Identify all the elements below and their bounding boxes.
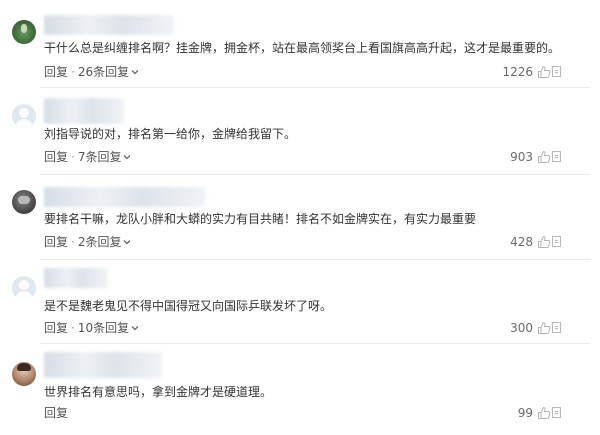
comment-item: 是不是魏老鬼见不得中国得冠又向国际乒联发坏了呀。 回复 · 10条回复 300 [0, 260, 600, 346]
report-icon[interactable] [552, 407, 561, 418]
user-avatar[interactable] [12, 190, 36, 214]
view-replies-button[interactable]: 2条回复 [78, 235, 133, 249]
report-icon[interactable] [552, 322, 561, 333]
separator: · [71, 150, 75, 164]
reply-button[interactable]: 回复 [44, 321, 68, 335]
like-count: 99 [517, 406, 533, 420]
like-count: 300 [510, 321, 533, 335]
username-blurred[interactable] [44, 98, 124, 124]
replies-count: 7条回复 [77, 150, 122, 164]
separator: · [71, 321, 75, 335]
separator: · [71, 65, 75, 79]
like-count: 428 [510, 235, 533, 249]
comment-actions: 回复 · 26条回复 [44, 64, 140, 80]
thumbs-up-icon[interactable] [537, 235, 551, 249]
reply-button[interactable]: 回复 [44, 65, 68, 79]
like-count: 1226 [502, 65, 533, 79]
report-icon[interactable] [552, 151, 561, 162]
comment-item: 刘指导说的对，排名第一给你，金牌给我留下。 回复 · 7条回复 903 [0, 88, 600, 174]
username-blurred[interactable] [44, 352, 162, 378]
username-blurred[interactable] [44, 15, 174, 35]
comment-text: 是不是魏老鬼见不得中国得冠又向国际乒联发坏了呀。 [44, 299, 333, 313]
chevron-down-icon [131, 70, 139, 75]
comment-actions: 回复 [44, 405, 68, 421]
thumbs-up-icon[interactable] [537, 150, 551, 164]
comment-actions: 回复 · 10条回复 [44, 320, 140, 336]
view-replies-button[interactable]: 26条回复 [78, 65, 140, 79]
user-avatar[interactable] [12, 362, 36, 386]
comment-text: 干什么总是纠缠排名啊？挂金牌，拥金杯，站在最高领奖台上看国旗高高升起，这才是最重… [44, 41, 561, 55]
username-blurred[interactable] [44, 187, 206, 207]
thumbs-up-icon[interactable] [537, 321, 551, 335]
report-icon[interactable] [552, 66, 561, 77]
like-count: 903 [510, 150, 533, 164]
replies-count: 26条回复 [77, 65, 130, 79]
user-avatar[interactable] [12, 104, 36, 128]
user-avatar[interactable] [12, 20, 36, 44]
replies-count: 2条回复 [77, 235, 122, 249]
comment-text: 刘指导说的对，排名第一给你，金牌给我留下。 [44, 127, 297, 141]
comment-text: 要排名干嘛，龙队小胖和大蟒的实力有目共睹！排名不如金牌实在，有实力最重要 [44, 212, 477, 226]
reply-button[interactable]: 回复 [44, 235, 68, 249]
report-icon[interactable] [552, 236, 561, 247]
user-avatar[interactable] [12, 276, 36, 300]
chevron-down-icon [124, 155, 131, 160]
comment-actions: 回复 · 7条回复 [44, 149, 132, 165]
reply-button[interactable]: 回复 [44, 150, 68, 164]
thumbs-up-icon[interactable] [537, 65, 551, 79]
comment-item: 世界排名有意思吗，拿到金牌才是硬道理。 回复 99 [0, 344, 600, 430]
comment-item: 要排名干嘛，龙队小胖和大蟒的实力有目共睹！排名不如金牌实在，有实力最重要 回复 ·… [0, 175, 600, 261]
separator: · [71, 235, 75, 249]
thumbs-up-icon[interactable] [537, 406, 551, 420]
reply-button[interactable]: 回复 [44, 406, 68, 420]
comment-item: 干什么总是纠缠排名啊？挂金牌，拥金杯，站在最高领奖台上看国旗高高升起，这才是最重… [0, 0, 600, 86]
chevron-down-icon [131, 326, 139, 331]
view-replies-button[interactable]: 7条回复 [78, 150, 133, 164]
comment-actions: 回复 · 2条回复 [44, 234, 132, 250]
comment-text: 世界排名有意思吗，拿到金牌才是硬道理。 [44, 385, 273, 399]
view-replies-button[interactable]: 10条回复 [78, 321, 140, 335]
chevron-down-icon [124, 240, 131, 245]
username-blurred[interactable] [44, 268, 108, 288]
replies-count: 10条回复 [77, 321, 130, 335]
comment-list: 干什么总是纠缠排名啊？挂金牌，拥金杯，站在最高领奖台上看国旗高高升起，这才是最重… [0, 0, 600, 435]
